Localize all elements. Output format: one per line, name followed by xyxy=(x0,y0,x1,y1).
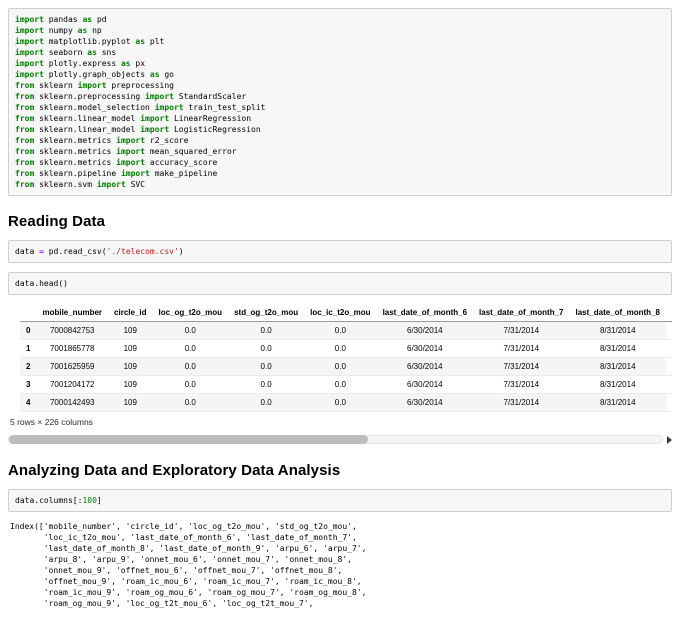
dataframe-summary: 5 rows × 226 columns xyxy=(10,417,93,427)
code-data-head: data.head() xyxy=(15,278,665,289)
code-read-csv: data = pd.read_csv('./telecom.csv') xyxy=(15,246,665,257)
code-cell-data-columns[interactable]: data.columns[:100] xyxy=(8,489,672,512)
table-cell: 8/31/2014 xyxy=(599,344,636,353)
code-line: data.head() xyxy=(15,279,68,288)
table-cell: 6/30/2014 xyxy=(407,344,443,353)
table-cell: 8/31/2014 xyxy=(599,362,636,371)
code-cell-imports[interactable]: import pandas as pd import numpy as np imp… xyxy=(8,8,672,196)
scrollbar-thumb[interactable] xyxy=(9,435,369,444)
code-line: import pandas as pd xyxy=(15,15,107,24)
table-cell: 0.0 xyxy=(334,326,346,335)
row-index: 4 xyxy=(26,398,31,407)
code-line: from sklearn import preprocessing xyxy=(15,81,174,90)
table-cell: 6/30/2014 xyxy=(407,398,443,407)
code-line: from sklearn.linear_model import LinearR… xyxy=(15,114,252,123)
table-row: 1 7001865778 109 0.0 0.0 0.0 6/30/2014 7/31/201… xyxy=(20,340,672,358)
code-line: import matplotlib.pyplot as plt xyxy=(15,37,165,46)
horizontal-scrollbar[interactable] xyxy=(8,434,672,445)
code-cell-data-head[interactable]: data.head() xyxy=(8,272,672,295)
table-cell: 6/30/2014 xyxy=(407,326,443,335)
table-cell: 7000842753 xyxy=(49,326,95,335)
table-cell: 8/31/2014 xyxy=(599,398,636,407)
column-header: last_date_of_month_8 xyxy=(569,304,666,322)
heading-analyzing-data: Analyzing Data and Exploratory Data Anal… xyxy=(8,462,341,479)
table-cell: 109 xyxy=(123,326,137,335)
code-line: import numpy as np xyxy=(15,26,102,35)
code-line: from sklearn.metrics import accuracy_sco… xyxy=(15,158,218,167)
code-line: from sklearn.model_selection import trai… xyxy=(15,103,266,112)
code-line: from sklearn.metrics import mean_squared… xyxy=(15,147,237,156)
table-cell: 0.0 xyxy=(334,380,346,389)
table-cell: 7/31/2014 xyxy=(503,398,540,407)
table-cell: 109 xyxy=(123,362,137,371)
heading-reading-data: Reading Data xyxy=(8,213,106,230)
column-header: loc_ic_t2o_mou xyxy=(304,304,377,322)
table-cell: 0.0 xyxy=(334,398,346,407)
table-cell: 7001865778 xyxy=(49,344,95,353)
column-header: last_date_of_month_6 xyxy=(376,304,474,322)
table-cell: 0.0 xyxy=(184,380,196,389)
table-cell: 0.0 xyxy=(260,326,272,335)
code-line: from sklearn.preprocessing import Standa… xyxy=(15,92,247,101)
table-row: 3 7001204172 109 0.0 0.0 0.0 6/30/2014 7/31/201… xyxy=(20,376,672,394)
table-cell: 7/31/2014 xyxy=(503,326,540,335)
code-cell-read-csv[interactable]: data = pd.read_csv('./telecom.csv') xyxy=(8,240,672,263)
code-imports: import pandas as pd import numpy as np imp… xyxy=(15,14,665,190)
table-cell: 0.0 xyxy=(260,344,272,353)
code-data-columns: data.columns[:100] xyxy=(15,495,665,506)
table-cell: 7001204172 xyxy=(49,380,95,389)
table-cell: 0.0 xyxy=(184,362,196,371)
table-cell: 109 xyxy=(123,344,137,353)
notebook: import pandas as pd import numpy as np imp… xyxy=(0,0,680,617)
table-cell: 109 xyxy=(123,380,137,389)
table-cell: 0.0 xyxy=(260,362,272,371)
code-line: import plotly.express as px xyxy=(15,59,146,68)
row-index: 3 xyxy=(26,380,31,389)
column-header: std_og_t2o_mou xyxy=(228,304,305,322)
table-cell: 0.0 xyxy=(260,398,272,407)
code-line: data.columns[:100] xyxy=(15,496,102,505)
column-header: loc_og_t2o_mou xyxy=(152,304,229,322)
table-cell: 7/31/2014 xyxy=(503,344,540,353)
dataframe-table: mobile_number circle_id loc_og_t2o_mou std_… xyxy=(20,304,672,412)
table-cell: 0.0 xyxy=(334,344,346,353)
code-line: from sklearn.pipeline import make_pipeli… xyxy=(15,169,218,178)
scrollbar-track[interactable] xyxy=(8,435,663,444)
table-row: 2 7001625959 109 0.0 0.0 0.0 6/30/2014 7/31/201… xyxy=(20,357,672,376)
code-line: from sklearn.linear_model import Logisti… xyxy=(15,125,261,134)
column-header: last_date_of_month_7 xyxy=(473,304,570,322)
code-line: from sklearn.metrics import r2_score xyxy=(15,136,189,145)
output-index-text: Index(['mobile_number', 'circle_id', 'lo… xyxy=(10,522,367,608)
code-line: data = pd.read_csv('./telecom.csv') xyxy=(15,247,184,256)
table-cell: 7001625959 xyxy=(49,362,95,371)
row-index: 1 xyxy=(26,344,31,353)
column-header: mobile_number xyxy=(36,304,109,322)
table-cell: 8/31/2014 xyxy=(599,326,636,335)
table-cell: 7000142493 xyxy=(49,398,95,407)
scrollbar-right-arrow-icon[interactable] xyxy=(667,435,672,444)
column-header xyxy=(20,304,37,322)
table-header-row: mobile_number circle_id loc_og_t2o_mou std_… xyxy=(20,304,672,322)
dataframe-output: mobile_number circle_id loc_og_t2o_mou std_… xyxy=(20,304,672,412)
table-cell: 0.0 xyxy=(184,326,196,335)
code-line: from sklearn.svm import SVC xyxy=(15,180,146,189)
table-cell: 8/31/2014 xyxy=(599,380,636,389)
code-line: import seaborn as sns xyxy=(15,48,117,57)
table-cell: 0.0 xyxy=(184,344,196,353)
table-row: 4 7000142493 109 0.0 0.0 0.0 6/30/2014 7/31/201… xyxy=(20,393,672,412)
column-header: circle_id xyxy=(108,304,153,322)
table-cell: 0.0 xyxy=(260,380,272,389)
row-index: 0 xyxy=(26,326,31,335)
code-line: import plotly.graph_objects as go xyxy=(15,70,174,79)
table-cell: 0.0 xyxy=(334,362,346,371)
table-row: 0 7000842753 109 0.0 0.0 0.0 6/30/2014 7/31/201… xyxy=(20,321,672,340)
row-index: 2 xyxy=(26,362,31,371)
table-cell: 7/31/2014 xyxy=(503,380,540,389)
table-cell: 0.0 xyxy=(184,398,196,407)
table-cell: 7/31/2014 xyxy=(503,362,540,371)
table-cell: 109 xyxy=(123,398,137,407)
table-cell: 6/30/2014 xyxy=(407,362,443,371)
table-cell: 6/30/2014 xyxy=(407,380,443,389)
column-header: last_date_of_month_9 xyxy=(665,304,672,322)
